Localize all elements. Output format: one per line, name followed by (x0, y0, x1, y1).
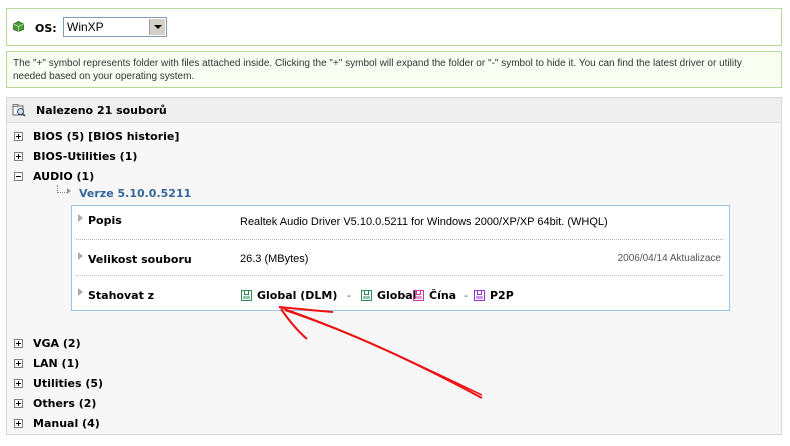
tree-item-label[interactable]: Others (2) (33, 397, 96, 410)
floppy-disk-icon (474, 290, 485, 301)
info-note: The "+" symbol represents folder with fi… (6, 51, 782, 88)
tree-item-label[interactable]: Utilities (5) (33, 377, 103, 390)
dropdown-arrow-icon[interactable] (149, 19, 165, 35)
download-link-label[interactable]: Global (DLM) (257, 289, 337, 302)
expand-plus-icon[interactable] (14, 152, 23, 161)
expand-plus-icon[interactable] (14, 399, 23, 408)
arrow-right-icon (78, 288, 83, 296)
tree-item-label[interactable]: BIOS-Utilities (1) (33, 150, 137, 163)
download-link-label[interactable]: Global (377, 289, 416, 302)
tree-item-label[interactable]: LAN (1) (33, 357, 79, 370)
link-separator: - (404, 289, 408, 302)
description-value: Realtek Audio Driver V5.10.0.5211 for Wi… (240, 216, 608, 228)
cube-icon (13, 21, 24, 32)
collapse-minus-icon[interactable] (14, 172, 23, 181)
os-select-value: WinXP (67, 20, 104, 34)
tree-connector (57, 185, 67, 193)
download-link-label[interactable]: Čína (429, 289, 456, 302)
update-date: 2006/04/14 Aktualizace (617, 253, 721, 264)
os-label: OS: (35, 22, 57, 35)
tree-item-label[interactable]: BIOS (5) [BIOS historie] (33, 130, 179, 143)
floppy-disk-icon (361, 290, 372, 301)
detail-row-description: Popis Realtek Audio Driver V5.10.0.5211 … (72, 206, 729, 240)
version-label[interactable]: Verze 5.10.0.5211 (79, 187, 191, 200)
tree-item-label[interactable]: VGA (2) (33, 337, 81, 350)
expand-plus-icon[interactable] (14, 419, 23, 428)
arrow-right-icon (67, 188, 71, 194)
arrow-right-icon (78, 252, 83, 260)
download-link-label[interactable]: P2P (490, 289, 514, 302)
size-label: Velikost souboru (88, 253, 192, 266)
results-title: Nalezeno 21 souborů (36, 104, 167, 117)
expand-plus-icon[interactable] (14, 339, 23, 348)
os-select[interactable]: WinXP (63, 17, 167, 37)
expand-plus-icon[interactable] (14, 132, 23, 141)
link-separator: - (464, 289, 468, 302)
os-selector-panel: OS: WinXP (6, 8, 782, 46)
description-label: Popis (88, 214, 122, 227)
results-header: Nalezeno 21 souborů (7, 98, 781, 123)
link-separator: - (347, 289, 351, 302)
driver-details: Popis Realtek Audio Driver V5.10.0.5211 … (71, 205, 730, 311)
floppy-disk-icon (413, 290, 424, 301)
floppy-disk-icon (241, 290, 252, 301)
detail-row-size: Velikost souboru 26.3 (MBytes) 2006/04/1… (72, 242, 729, 276)
size-value: 26.3 (MBytes) (240, 253, 309, 265)
tree-item-label[interactable]: Manual (4) (33, 417, 100, 430)
download-label: Stahovat z (88, 289, 155, 302)
expand-plus-icon[interactable] (14, 359, 23, 368)
arrow-right-icon (78, 214, 83, 222)
tree-item-label[interactable]: AUDIO (1) (33, 170, 94, 183)
expand-plus-icon[interactable] (14, 379, 23, 388)
folder-search-icon (12, 104, 26, 117)
